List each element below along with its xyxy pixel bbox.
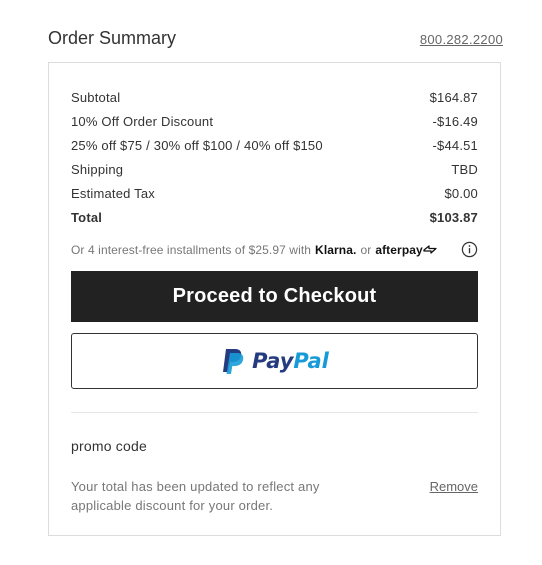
- page-title: Order Summary: [48, 28, 177, 48]
- phone-link[interactable]: 800.282.2200: [420, 32, 503, 47]
- info-icon[interactable]: [461, 241, 478, 258]
- installments-or: or: [360, 243, 372, 257]
- paypal-wordmark: PayPal: [252, 349, 329, 373]
- summary-value: $0.00: [444, 185, 478, 201]
- summary-label: Estimated Tax: [71, 185, 156, 201]
- summary-row-order-discount: 10% Off Order Discount -$16.49: [71, 109, 478, 133]
- paypal-logo-icon: [223, 349, 244, 374]
- promo-applied-message: Your total has been updated to reflect a…: [71, 479, 320, 513]
- divider: [71, 412, 478, 413]
- proceed-to-checkout-button[interactable]: Proceed to Checkout: [71, 271, 478, 322]
- summary-value: -$16.49: [432, 113, 478, 129]
- paypal-pay: Pay: [252, 349, 294, 373]
- summary-label: Total: [71, 209, 103, 225]
- summary-value: -$44.51: [432, 137, 478, 153]
- installments-text: Or 4 interest-free installments of $25.9…: [71, 243, 312, 257]
- afterpay-logo[interactable]: afterpay: [375, 243, 437, 257]
- promo-code-label[interactable]: promo code: [71, 438, 147, 454]
- summary-row-tiered-discount: 25% off $75 / 30% off $100 / 40% off $15…: [71, 133, 478, 157]
- afterpay-text: afterpay: [375, 243, 423, 257]
- summary-value: TBD: [451, 161, 478, 177]
- order-summary-card: Subtotal $164.87 10% Off Order Discount …: [48, 62, 501, 536]
- summary-value: $164.87: [429, 89, 478, 105]
- summary-label: Subtotal: [71, 89, 121, 105]
- paypal-button[interactable]: PayPal: [71, 333, 478, 389]
- paypal-pal: Pal: [293, 349, 329, 373]
- summary-row-total: Total $103.87: [71, 205, 478, 229]
- summary-label: Shipping: [71, 161, 124, 177]
- order-summary-header: Order Summary 800.282.2200: [48, 28, 503, 52]
- installments-message: Or 4 interest-free installments of $25.9…: [71, 239, 478, 261]
- summary-row-tax: Estimated Tax $0.00: [71, 181, 478, 205]
- summary-value: $103.87: [429, 209, 478, 225]
- remove-promo-link[interactable]: Remove: [430, 477, 478, 496]
- klarna-logo[interactable]: Klarna.: [315, 243, 356, 257]
- summary-label: 25% off $75 / 30% off $100 / 40% off $15…: [71, 137, 323, 153]
- summary-rows: Subtotal $164.87 10% Off Order Discount …: [71, 85, 478, 229]
- summary-label: 10% Off Order Discount: [71, 113, 214, 129]
- summary-row-subtotal: Subtotal $164.87: [71, 85, 478, 109]
- afterpay-arrow-icon: [423, 245, 437, 254]
- summary-row-shipping: Shipping TBD: [71, 157, 478, 181]
